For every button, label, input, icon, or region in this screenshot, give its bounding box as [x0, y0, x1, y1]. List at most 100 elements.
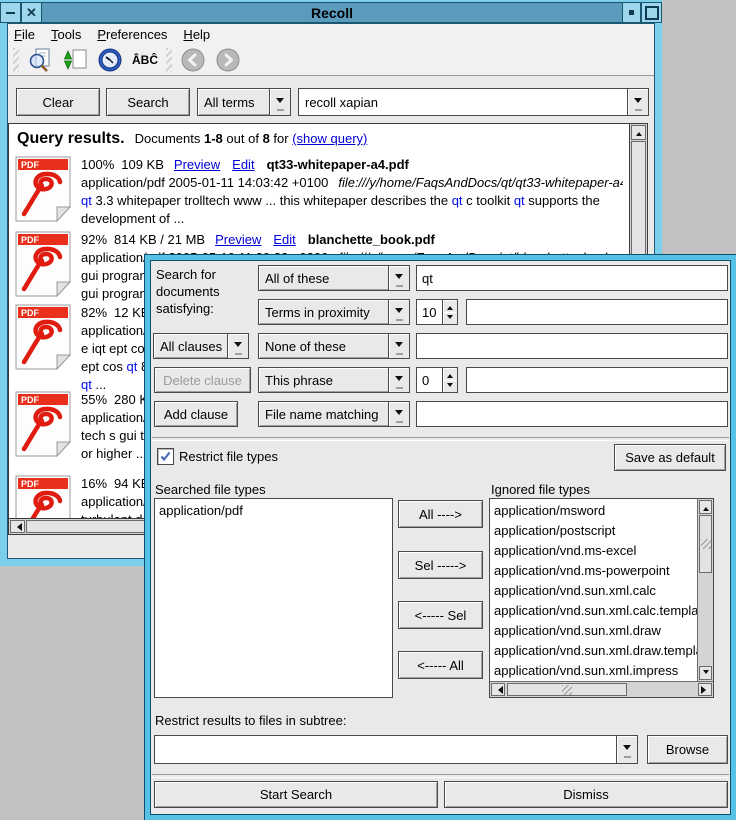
spin-up-icon[interactable]: [443, 368, 457, 380]
query-input[interactable]: [299, 89, 627, 115]
ignored-list[interactable]: application/mswordapplication/postscript…: [490, 499, 697, 681]
svg-text:PDF: PDF: [21, 308, 40, 318]
menu-preferences[interactable]: Preferences: [97, 27, 167, 42]
list-item[interactable]: application/vnd.ms-powerpoint: [490, 561, 697, 581]
scroll-up-button[interactable]: [699, 500, 712, 514]
add-clause-button[interactable]: Add clause: [154, 401, 238, 427]
list-item[interactable]: application/vnd.sun.xml.calc: [490, 581, 697, 601]
clause-4-type-combo[interactable]: This phrase: [258, 367, 410, 393]
window-shade-button[interactable]: [622, 2, 641, 23]
clause-1-type-combo[interactable]: All of these: [258, 265, 410, 291]
result-size: 109 KB: [121, 157, 164, 172]
conjunction-combo[interactable]: All clauses: [153, 333, 249, 359]
list-item[interactable]: application/vnd.sun.xml.calc.template: [490, 601, 697, 621]
pdf-file-icon[interactable]: PDF: [15, 475, 71, 518]
move-selected-right-button[interactable]: Sel ----->: [398, 551, 483, 579]
scroll-left-button[interactable]: [491, 683, 505, 696]
scroll-left-button[interactable]: [10, 520, 25, 533]
clause-3-input[interactable]: [416, 333, 728, 359]
edit-link[interactable]: Edit: [273, 232, 295, 247]
scrollbar-thumb[interactable]: [507, 683, 627, 696]
abstract-text: e iqt ept cos: [81, 341, 151, 356]
scrollbar-thumb[interactable]: [699, 515, 712, 573]
scroll-up-button[interactable]: [631, 125, 646, 140]
clause-3-type-combo[interactable]: None of these: [258, 333, 410, 359]
toolbar-handle[interactable]: [166, 48, 172, 72]
chevron-down-icon[interactable]: [388, 402, 409, 426]
search-mode-combo[interactable]: All terms: [197, 88, 291, 116]
clause-1-input[interactable]: [416, 265, 728, 291]
scroll-right-button[interactable]: [698, 683, 712, 696]
query-combo[interactable]: [298, 88, 649, 116]
menu-file[interactable]: File: [14, 27, 35, 42]
scroll-down-button[interactable]: [699, 666, 712, 680]
spin-down-icon[interactable]: [443, 380, 457, 392]
clause-4-input[interactable]: [466, 367, 728, 393]
clause-2-proximity-spinner[interactable]: 10: [416, 299, 458, 325]
pdf-file-icon[interactable]: PDF: [15, 391, 71, 457]
dismiss-button[interactable]: Dismiss: [444, 781, 728, 808]
chevron-down-icon[interactable]: [616, 736, 637, 763]
ignored-horizontal-scrollbar[interactable]: [490, 681, 713, 697]
start-search-button[interactable]: Start Search: [154, 781, 438, 808]
pdf-file-icon[interactable]: PDF: [15, 156, 71, 222]
delete-clause-button[interactable]: Delete clause: [154, 367, 251, 393]
list-item[interactable]: application/pdf: [155, 501, 392, 521]
save-as-default-button[interactable]: Save as default: [614, 444, 726, 471]
window-minimize-button[interactable]: [0, 2, 21, 23]
menu-tools[interactable]: Tools: [51, 27, 81, 42]
clear-button[interactable]: Clear: [16, 88, 100, 116]
clause-5-type-combo[interactable]: File name matching: [258, 401, 410, 427]
subtree-combo[interactable]: [154, 735, 638, 764]
list-item[interactable]: application/vnd.sun.xml.draw.template: [490, 641, 697, 661]
browse-button[interactable]: Browse: [647, 735, 728, 764]
restrict-file-types-checkbox[interactable]: [157, 448, 174, 465]
sort-document-icon[interactable]: [61, 46, 89, 74]
show-query-link[interactable]: (show query): [292, 131, 367, 146]
list-item[interactable]: application/msword: [490, 501, 697, 521]
chevron-down-icon[interactable]: [388, 368, 409, 392]
chevron-down-icon[interactable]: [627, 89, 648, 115]
clause-2-type-combo[interactable]: Terms in proximity: [258, 299, 410, 325]
searched-list[interactable]: application/pdf: [154, 498, 393, 698]
forward-icon[interactable]: [214, 46, 242, 74]
term-explorer-abc-icon[interactable]: ÂBĈ: [131, 46, 159, 74]
preview-link[interactable]: Preview: [174, 157, 220, 172]
toolbar-handle[interactable]: [13, 48, 19, 72]
chevron-down-icon[interactable]: [269, 89, 290, 115]
clock-sort-by-date-icon[interactable]: [96, 46, 124, 74]
clause-2-input[interactable]: [466, 299, 728, 325]
list-item[interactable]: application/vnd.sun.xml.draw: [490, 621, 697, 641]
pdf-file-icon[interactable]: PDF: [15, 231, 71, 297]
search-button[interactable]: Search: [106, 88, 190, 116]
shade-icon: [629, 10, 634, 15]
chevron-down-icon[interactable]: [388, 334, 409, 358]
back-icon[interactable]: [179, 46, 207, 74]
maximize-icon: [645, 6, 659, 20]
list-item[interactable]: application/postscript: [490, 521, 697, 541]
titlebar[interactable]: ✕ Recoll: [0, 0, 662, 23]
edit-link[interactable]: Edit: [232, 157, 254, 172]
move-selected-left-button[interactable]: <----- Sel: [398, 601, 483, 629]
spin-down-icon[interactable]: [443, 312, 457, 324]
chevron-down-icon[interactable]: [388, 300, 409, 324]
window-close-button[interactable]: ✕: [21, 2, 42, 23]
clause-4-slack-spinner[interactable]: 0: [416, 367, 458, 393]
separator: [152, 774, 729, 778]
clause-5-input[interactable]: [416, 401, 728, 427]
move-all-left-button[interactable]: <----- All: [398, 651, 483, 679]
preview-link[interactable]: Preview: [215, 232, 261, 247]
preview-document-icon[interactable]: [26, 46, 54, 74]
list-item[interactable]: application/vnd.sun.xml.impress: [490, 661, 697, 681]
window-maximize-button[interactable]: [641, 2, 662, 23]
ignored-vertical-scrollbar[interactable]: [697, 499, 713, 681]
advanced-search-dialog: Search for documents satisfying: All of …: [145, 255, 736, 820]
chevron-down-icon[interactable]: [388, 266, 409, 290]
chevron-down-icon[interactable]: [227, 334, 248, 358]
spin-up-icon[interactable]: [443, 300, 457, 312]
menu-help[interactable]: Help: [183, 27, 210, 42]
pdf-file-icon[interactable]: PDF: [15, 304, 71, 370]
list-item[interactable]: application/vnd.ms-excel: [490, 541, 697, 561]
subtree-input[interactable]: [155, 736, 616, 763]
move-all-right-button[interactable]: All ---->: [398, 500, 483, 528]
